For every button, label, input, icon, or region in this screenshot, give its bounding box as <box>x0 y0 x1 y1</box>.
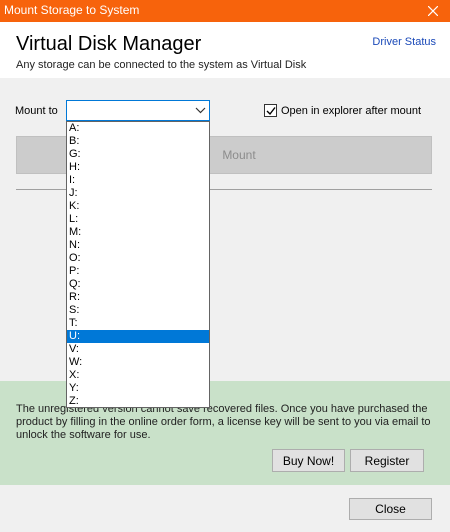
drive-option[interactable]: M: <box>67 226 209 239</box>
drive-option[interactable]: I: <box>67 174 209 187</box>
header: Virtual Disk Manager Any storage can be … <box>0 22 450 78</box>
window-close-button[interactable] <box>416 0 450 22</box>
drive-dropdown-list: A: B: G: H: I: J: K: L: M: N: O: P: Q: R: S: T: U: V: W: X:… <box>66 121 210 408</box>
close-button[interactable]: Close <box>349 498 432 520</box>
drive-option[interactable]: B: <box>67 135 209 148</box>
drive-option[interactable]: W: <box>67 356 209 369</box>
drive-option[interactable]: U: <box>67 330 209 343</box>
register-button[interactable]: Register <box>350 449 424 472</box>
chevron-down-icon <box>195 107 206 114</box>
close-icon <box>428 6 438 16</box>
drive-option[interactable]: P: <box>67 265 209 278</box>
title-bar: Mount Storage to System <box>0 0 450 22</box>
drive-option[interactable]: H: <box>67 161 209 174</box>
drive-option[interactable]: X: <box>67 369 209 382</box>
drive-option[interactable]: T: <box>67 317 209 330</box>
open-explorer-option[interactable]: Open in explorer after mount <box>264 104 421 117</box>
driver-status-link[interactable]: Driver Status <box>372 36 436 48</box>
drive-option[interactable]: Y: <box>67 382 209 395</box>
drive-option[interactable]: S: <box>67 304 209 317</box>
drive-select[interactable] <box>66 100 210 121</box>
drive-option[interactable]: Q: <box>67 278 209 291</box>
drive-option[interactable]: A: <box>67 122 209 135</box>
mount-to-label: Mount to <box>15 105 58 117</box>
drive-option[interactable]: J: <box>67 187 209 200</box>
drive-option[interactable]: L: <box>67 213 209 226</box>
drive-option[interactable]: O: <box>67 252 209 265</box>
drive-option[interactable]: R: <box>67 291 209 304</box>
buy-now-button[interactable]: Buy Now! <box>272 449 345 472</box>
page-title: Virtual Disk Manager <box>16 33 202 55</box>
notice-text: The unregistered version cannot save rec… <box>16 403 431 441</box>
page-subtitle: Any storage can be connected to the syst… <box>16 59 307 71</box>
drive-option[interactable]: K: <box>67 200 209 213</box>
drive-option[interactable]: N: <box>67 239 209 252</box>
open-explorer-label: Open in explorer after mount <box>281 104 422 117</box>
checkmark-icon <box>266 107 276 116</box>
drive-option[interactable]: G: <box>67 148 209 161</box>
open-explorer-checkbox[interactable] <box>264 104 277 117</box>
window-title: Mount Storage to System <box>4 3 140 17</box>
drive-option[interactable]: V: <box>67 343 209 356</box>
drive-option[interactable]: Z: <box>67 395 209 408</box>
